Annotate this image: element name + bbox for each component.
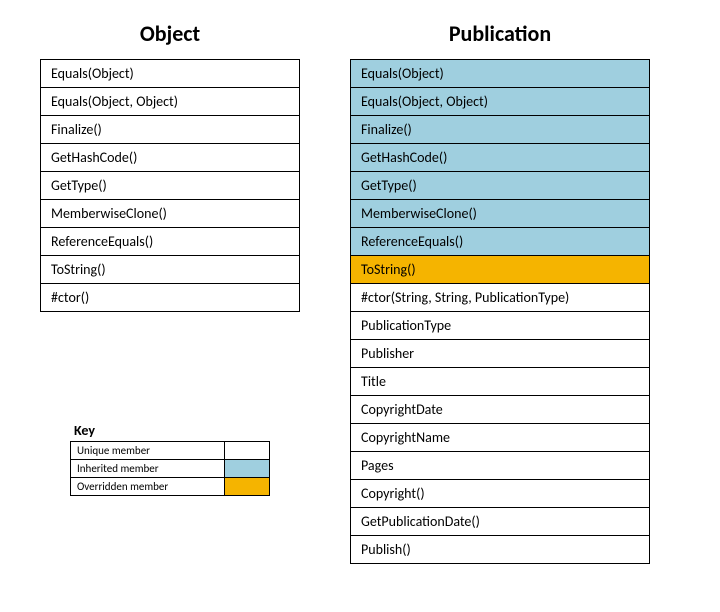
member-cell: Finalize() [351,116,650,144]
diagram-columns: Object Equals(Object)Equals(Object, Obje… [40,20,680,564]
member-cell: ReferenceEquals() [41,228,300,256]
member-cell: MemberwiseClone() [351,200,650,228]
table-row: ReferenceEquals() [41,228,300,256]
publication-heading: Publication [449,20,551,47]
table-row: Publish() [351,536,650,564]
member-cell: CopyrightName [351,424,650,452]
object-member-table: Equals(Object)Equals(Object, Object)Fina… [40,59,300,312]
table-row: Equals(Object) [41,60,300,88]
key-label: Overridden member [71,478,225,496]
table-row: Copyright() [351,480,650,508]
table-row: Finalize() [41,116,300,144]
table-row: Pages [351,452,650,480]
table-row: PublicationType [351,312,650,340]
table-row: ToString() [351,256,650,284]
member-cell: #ctor(String, String, PublicationType) [351,284,650,312]
table-row: ToString() [41,256,300,284]
key-row: Inherited member [71,460,270,478]
key-label: Unique member [71,442,225,460]
key-box: Key Unique memberInherited memberOverrid… [70,422,270,496]
member-cell: ReferenceEquals() [351,228,650,256]
member-cell: Equals(Object) [41,60,300,88]
object-column: Object Equals(Object)Equals(Object, Obje… [40,20,300,496]
member-cell: GetType() [351,172,650,200]
table-row: MemberwiseClone() [41,200,300,228]
table-row: Equals(Object, Object) [41,88,300,116]
table-row: Title [351,368,650,396]
table-row: GetHashCode() [351,144,650,172]
member-cell: MemberwiseClone() [41,200,300,228]
table-row: CopyrightName [351,424,650,452]
member-cell: GetType() [41,172,300,200]
member-cell: ToString() [41,256,300,284]
publication-column: Publication Equals(Object)Equals(Object,… [350,20,650,564]
key-row: Overridden member [71,478,270,496]
member-cell: Publisher [351,340,650,368]
table-row: MemberwiseClone() [351,200,650,228]
table-row: CopyrightDate [351,396,650,424]
key-row: Unique member [71,442,270,460]
table-row: ReferenceEquals() [351,228,650,256]
key-swatch [225,478,270,496]
member-cell: Publish() [351,536,650,564]
table-row: GetType() [351,172,650,200]
object-heading: Object [140,20,200,47]
key-swatch [225,442,270,460]
table-row: GetPublicationDate() [351,508,650,536]
member-cell: Copyright() [351,480,650,508]
table-row: GetType() [41,172,300,200]
key-swatch [225,460,270,478]
member-cell: Pages [351,452,650,480]
member-cell: #ctor() [41,284,300,312]
member-cell: GetHashCode() [351,144,650,172]
table-row: #ctor(String, String, PublicationType) [351,284,650,312]
table-row: #ctor() [41,284,300,312]
publication-member-table: Equals(Object)Equals(Object, Object)Fina… [350,59,650,564]
member-cell: Equals(Object, Object) [351,88,650,116]
table-row: Equals(Object) [351,60,650,88]
key-table: Unique memberInherited memberOverridden … [70,441,270,496]
member-cell: CopyrightDate [351,396,650,424]
member-cell: Equals(Object) [351,60,650,88]
table-row: Equals(Object, Object) [351,88,650,116]
member-cell: ToString() [351,256,650,284]
table-row: GetHashCode() [41,144,300,172]
table-row: Publisher [351,340,650,368]
table-row: Finalize() [351,116,650,144]
member-cell: PublicationType [351,312,650,340]
member-cell: GetHashCode() [41,144,300,172]
member-cell: Finalize() [41,116,300,144]
member-cell: Title [351,368,650,396]
member-cell: Equals(Object, Object) [41,88,300,116]
key-title: Key [70,422,270,439]
key-label: Inherited member [71,460,225,478]
member-cell: GetPublicationDate() [351,508,650,536]
